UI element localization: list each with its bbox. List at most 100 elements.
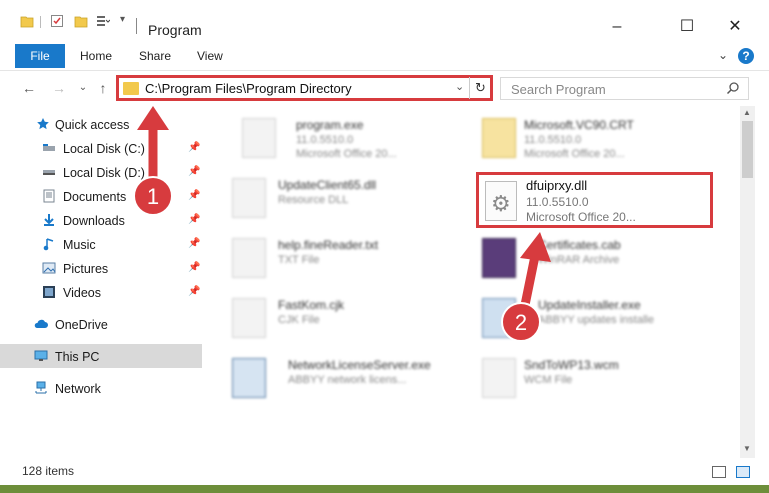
sidebar-item-onedrive[interactable]: OneDrive — [0, 312, 202, 336]
tab-home[interactable]: Home — [68, 44, 124, 68]
search-input[interactable]: Search Program — [500, 77, 749, 100]
file-detail: 11.0.5510.0 — [524, 134, 582, 146]
minimize-button[interactable]: – — [594, 14, 640, 40]
sidebar-item-label: Quick access — [55, 118, 130, 132]
cloud-icon — [34, 319, 48, 328]
new-folder-icon[interactable] — [74, 14, 88, 28]
file-icon — [232, 238, 266, 278]
ribbon-collapse-icon[interactable]: ⌄ — [718, 48, 728, 62]
documents-icon — [43, 189, 55, 203]
scroll-thumb[interactable] — [742, 121, 753, 178]
title-bar: ▾ Program – ☐ ✕ — [0, 0, 769, 38]
star-icon — [37, 118, 49, 130]
scroll-down-icon[interactable]: ▼ — [743, 444, 751, 453]
ribbon-tabs: File Home Share View ⌄ ? — [0, 44, 769, 68]
folder-icon[interactable] — [20, 14, 34, 28]
file-icon — [232, 178, 266, 218]
address-dropdown-icon[interactable]: ⌄ — [455, 80, 464, 93]
sidebar-item-label: Local Disk (C:) — [63, 142, 145, 156]
file-list: program.exe 11.0.5510.0 Microsoft Office… — [206, 106, 740, 458]
sidebar-item-label: OneDrive — [55, 318, 108, 332]
sidebar-item-music[interactable]: Music 📌 — [0, 232, 202, 256]
archive-icon — [482, 238, 516, 278]
installer-icon — [482, 298, 516, 338]
gear-icon: ⚙ — [491, 191, 511, 216]
qa-divider — [40, 16, 41, 28]
maximize-button[interactable]: ☐ — [664, 14, 710, 40]
desktop-strip — [0, 485, 769, 493]
sidebar-item-label: Downloads — [63, 214, 125, 228]
up-button[interactable]: ↑ — [94, 79, 112, 97]
file-icon — [232, 298, 266, 338]
pin-icon: 📌 — [188, 238, 201, 249]
executable-icon — [232, 358, 266, 398]
vertical-scrollbar[interactable]: ▲ ▼ — [740, 106, 755, 458]
sidebar-item-label: Videos — [63, 286, 101, 300]
pin-icon: 📌 — [188, 166, 201, 177]
customize-toolbar-icon[interactable] — [96, 14, 110, 28]
file-detail: 11.0.5510.0 — [296, 134, 354, 146]
recent-locations-icon[interactable]: ⌄ — [74, 79, 92, 97]
navigation-pane: Quick access Local Disk (C:) 📌 Local Dis… — [0, 106, 206, 458]
scroll-up-icon[interactable]: ▲ — [743, 108, 751, 117]
sidebar-item-quick-access[interactable]: Quick access — [0, 112, 202, 136]
refresh-button[interactable]: ↻ — [469, 77, 491, 99]
file-detail: ABBYY network licens... — [288, 374, 407, 386]
sidebar-item-label: This PC — [55, 350, 100, 364]
help-icon[interactable]: ? — [738, 48, 754, 64]
sidebar-item-local-disk-d[interactable]: Local Disk (D:) 📌 — [0, 160, 202, 184]
list-item[interactable]: UpdateClient65.dll Resource DLL — [206, 170, 446, 226]
file-detail: TXT File — [278, 254, 320, 266]
tab-view[interactable]: View — [185, 44, 235, 68]
list-item[interactable]: Microsoft.VC90.CRT 11.0.5510.0 Microsoft… — [456, 110, 696, 166]
sidebar-item-downloads[interactable]: Downloads 📌 — [0, 208, 202, 232]
pin-icon: 📌 — [188, 286, 201, 297]
close-button[interactable]: ✕ — [712, 14, 758, 40]
details-view-icon[interactable] — [712, 466, 726, 478]
search-placeholder: Search Program — [511, 82, 606, 97]
sidebar-item-pictures[interactable]: Pictures 📌 — [0, 256, 202, 280]
pin-icon: 📌 — [188, 214, 201, 225]
tab-share[interactable]: Share — [127, 44, 183, 68]
videos-icon — [43, 286, 55, 298]
address-path[interactable]: C:\Program Files\Program Directory — [145, 81, 352, 96]
list-item[interactable]: UpdateInstaller.exe ABBYY updates instal… — [456, 290, 696, 346]
highlighted-file-item[interactable]: ⚙ dfuiprxy.dll 11.0.5510.0 Microsoft Off… — [476, 172, 713, 228]
list-item[interactable]: SndToWP13.wcm WCM File — [456, 350, 696, 406]
forward-button[interactable]: → — [50, 79, 68, 97]
list-item[interactable]: FastKom.cjk CJK File — [206, 290, 446, 346]
file-name: SndToWP13.wcm — [524, 358, 619, 372]
back-button[interactable]: ← — [20, 79, 38, 97]
file-icon — [242, 118, 276, 158]
address-bar[interactable]: C:\Program Files\Program Directory ⌄ ↻ — [116, 75, 493, 101]
downloads-icon — [44, 214, 54, 226]
network-icon — [35, 381, 47, 394]
sidebar-item-local-disk-c[interactable]: Local Disk (C:) 📌 — [0, 136, 202, 160]
file-detail: CJK File — [278, 314, 320, 326]
sidebar-item-this-pc[interactable]: This PC — [0, 344, 202, 368]
file-detail: ABBYY updates installe — [538, 314, 654, 326]
file-name: UpdateInstaller.exe — [538, 298, 641, 312]
drive-icon — [43, 144, 55, 151]
qa-dropdown-icon[interactable]: ▾ — [120, 14, 125, 25]
file-name: help.fineReader.txt — [278, 238, 379, 252]
pin-icon: 📌 — [188, 262, 201, 273]
tab-file[interactable]: File — [15, 44, 65, 68]
file-name: NetworkLicenseServer.exe — [288, 358, 431, 372]
sidebar-item-documents[interactable]: Documents 📌 — [0, 184, 202, 208]
sidebar-item-videos[interactable]: Videos 📌 — [0, 280, 202, 304]
file-company: Microsoft Office 20... — [526, 210, 636, 224]
list-item[interactable]: program.exe 11.0.5510.0 Microsoft Office… — [216, 110, 456, 166]
list-item[interactable]: NetworkLicenseServer.exe ABBYY network l… — [206, 350, 446, 406]
large-icons-view-icon[interactable] — [736, 466, 750, 478]
item-count: 128 items — [22, 464, 75, 478]
sidebar-item-label: Documents — [63, 190, 127, 204]
properties-icon[interactable] — [50, 14, 64, 28]
file-name: Microsoft.VC90.CRT — [524, 118, 634, 132]
list-item[interactable]: Certificates.cab WinRAR Archive — [456, 230, 696, 286]
list-item[interactable]: help.fineReader.txt TXT File — [206, 230, 446, 286]
file-detail: Microsoft Office 20... — [296, 148, 397, 160]
sidebar-item-label: Pictures — [63, 262, 109, 276]
sidebar-item-network[interactable]: Network — [0, 376, 202, 400]
search-icon[interactable] — [726, 81, 740, 95]
